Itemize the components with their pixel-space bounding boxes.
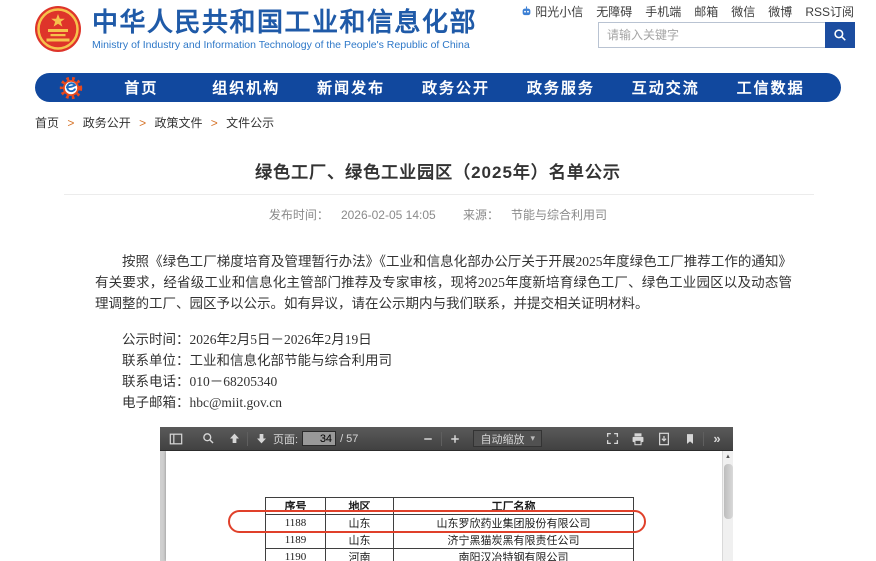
print-button[interactable] [628, 429, 648, 449]
utility-item-mobile[interactable]: 手机端 [645, 3, 681, 20]
pdf-page-area: 序号 地区 工厂名称 1188 山东 山东罗欣药业集团股份有限公司 1189 山… [160, 451, 733, 561]
main-nav: 首页 组织机构 新闻发布 政务公开 政务服务 互动交流 工信数据 [35, 73, 841, 102]
page-up-icon [229, 433, 239, 443]
article-contact-info: 公示时间：2026年2月5日－2026年2月19日 联系单位：工业和信息化部节能… [95, 329, 792, 413]
site-brand: 中华人民共和国工业和信息化部 Ministry of Industry and … [34, 5, 477, 53]
breadcrumb-separator: > [139, 116, 147, 130]
zoom-out-button[interactable] [418, 429, 438, 449]
pdf-scrollbar[interactable]: ▲ [722, 451, 733, 561]
info-contact-email: 电子邮箱：hbc@miit.gov.cn [122, 395, 283, 410]
info-contact-unit: 联系单位：工业和信息化部节能与综合利用司 [122, 353, 392, 368]
site-title-cn: 中华人民共和国工业和信息化部 [92, 7, 478, 37]
nav-item-news[interactable]: 新闻发布 [299, 77, 404, 98]
search-input[interactable] [599, 23, 825, 47]
page-down-icon [256, 434, 266, 444]
table-row: 1189 山东 济宁黑猫炭黑有限责任公司 [265, 531, 634, 549]
print-icon [632, 432, 644, 445]
info-contact-phone: 联系电话：010－68205340 [122, 374, 278, 389]
download-button[interactable] [654, 429, 674, 449]
dropdown-caret-icon: ▾ [530, 433, 535, 443]
article-title: 绿色工厂、绿色工业园区（2025年）名单公示 [255, 163, 621, 182]
pdf-search-icon [202, 433, 214, 444]
breadcrumb-separator: > [210, 116, 218, 130]
miit-webpage: 中华人民共和国工业和信息化部 Ministry of Industry and … [0, 0, 876, 561]
cell-serial: 1189 [265, 531, 326, 549]
pdf-search-button[interactable] [198, 429, 218, 449]
cell-factory-name: 南阳汉冶特钢有限公司 [393, 548, 634, 561]
site-title-en: Ministry of Industry and Information Tec… [92, 39, 470, 51]
nav-item-gov-disclosure[interactable]: 政务公开 [404, 77, 509, 98]
download-icon [659, 432, 670, 445]
page-up-button[interactable] [224, 429, 244, 449]
bookmark-icon [687, 433, 694, 444]
info-publicity-period: 公示时间：2026年2月5日－2026年2月19日 [122, 332, 372, 347]
breadcrumb-separator: > [67, 116, 75, 130]
national-emblem-icon [35, 6, 81, 52]
publish-time-label: 发布时间： [268, 208, 329, 222]
publish-time-value: 2026-02-05 14:05 [340, 208, 436, 222]
miit-gear-logo-icon [59, 76, 83, 99]
cell-serial: 1190 [265, 548, 326, 561]
sidebar-toggle-icon [169, 433, 183, 444]
source-label: 来源： [463, 208, 500, 222]
presentation-mode-icon [606, 432, 618, 445]
breadcrumb-policy-docs[interactable]: 政策文件 [154, 116, 202, 130]
pdf-toolbar: 页面: / 57 自动缩放 ▾ [160, 427, 733, 451]
zoom-out-icon [424, 437, 433, 440]
bookmark-button[interactable] [680, 429, 700, 449]
breadcrumb: 首页 > 政务公开 > 政策文件 > 文件公示 [35, 114, 274, 131]
presentation-mode-button[interactable] [602, 429, 622, 449]
search-icon [834, 29, 846, 41]
zoom-mode-value: 自动缩放 [480, 433, 525, 446]
utility-item-mail[interactable]: 邮箱 [694, 3, 718, 20]
nav-item-data[interactable]: 工信数据 [718, 77, 823, 98]
pdf-viewer: 页面: / 57 自动缩放 ▾ [160, 427, 733, 561]
article-meta: 发布时间： 2026-02-05 14:05 来源： 节能与综合利用司 [0, 206, 876, 223]
page-total: / 57 [340, 432, 359, 445]
nav-item-home[interactable]: 首页 [89, 77, 194, 98]
zoom-mode-select[interactable]: 自动缩放 ▾ [473, 430, 542, 447]
page-number-label: 页面: [273, 433, 299, 446]
zoom-in-icon [451, 434, 460, 443]
more-tools-button[interactable]: » [707, 429, 727, 449]
utility-item-accessibility[interactable]: 无障碍 [596, 3, 632, 20]
cell-region: 山东 [325, 531, 394, 549]
search-button[interactable] [825, 22, 855, 48]
utility-item-weibo[interactable]: 微博 [768, 3, 792, 20]
cell-factory-name: 济宁黑猫炭黑有限责任公司 [393, 531, 634, 549]
scrollbar-thumb[interactable] [724, 464, 733, 519]
nav-item-gov-services[interactable]: 政务服务 [508, 77, 613, 98]
page-down-button[interactable] [251, 429, 271, 449]
breadcrumb-gov-disclosure[interactable]: 政务公开 [83, 116, 131, 130]
site-search [598, 22, 855, 48]
article-paragraph: 按照《绿色工厂梯度培育及管理暂行办法》《工业和信息化部办公厅关于开展2025年度… [95, 254, 792, 311]
breadcrumb-doc-publicity[interactable]: 文件公示 [226, 116, 274, 130]
sidebar-toggle-button[interactable] [166, 429, 186, 449]
sunshine-mascot-icon [522, 6, 531, 16]
utility-item-rss[interactable]: RSS订阅 [805, 3, 854, 20]
pdf-page: 序号 地区 工厂名称 1188 山东 山东罗欣药业集团股份有限公司 1189 山… [166, 451, 722, 561]
breadcrumb-home[interactable]: 首页 [35, 116, 59, 130]
red-highlight-annotation [228, 510, 646, 533]
nav-item-organization[interactable]: 组织机构 [194, 77, 299, 98]
title-divider [64, 194, 814, 195]
scrollbar-up-arrow-icon[interactable]: ▲ [723, 451, 733, 463]
cell-region: 河南 [325, 548, 394, 561]
table-row: 1190 河南 南阳汉冶特钢有限公司 [265, 548, 634, 561]
page-number-input[interactable] [302, 431, 337, 446]
utility-item-wechat[interactable]: 微信 [731, 3, 755, 20]
utility-item-sunshine[interactable]: 阳光小信 [521, 3, 583, 20]
zoom-in-button[interactable] [445, 429, 465, 449]
source-value: 节能与综合利用司 [511, 208, 608, 222]
utility-bar: 阳光小信 无障碍 手机端 邮箱 微信 微博 RSS订阅 [521, 3, 854, 20]
nav-item-interaction[interactable]: 互动交流 [613, 77, 718, 98]
site-title-group: 中华人民共和国工业和信息化部 Ministry of Industry and … [92, 7, 477, 51]
